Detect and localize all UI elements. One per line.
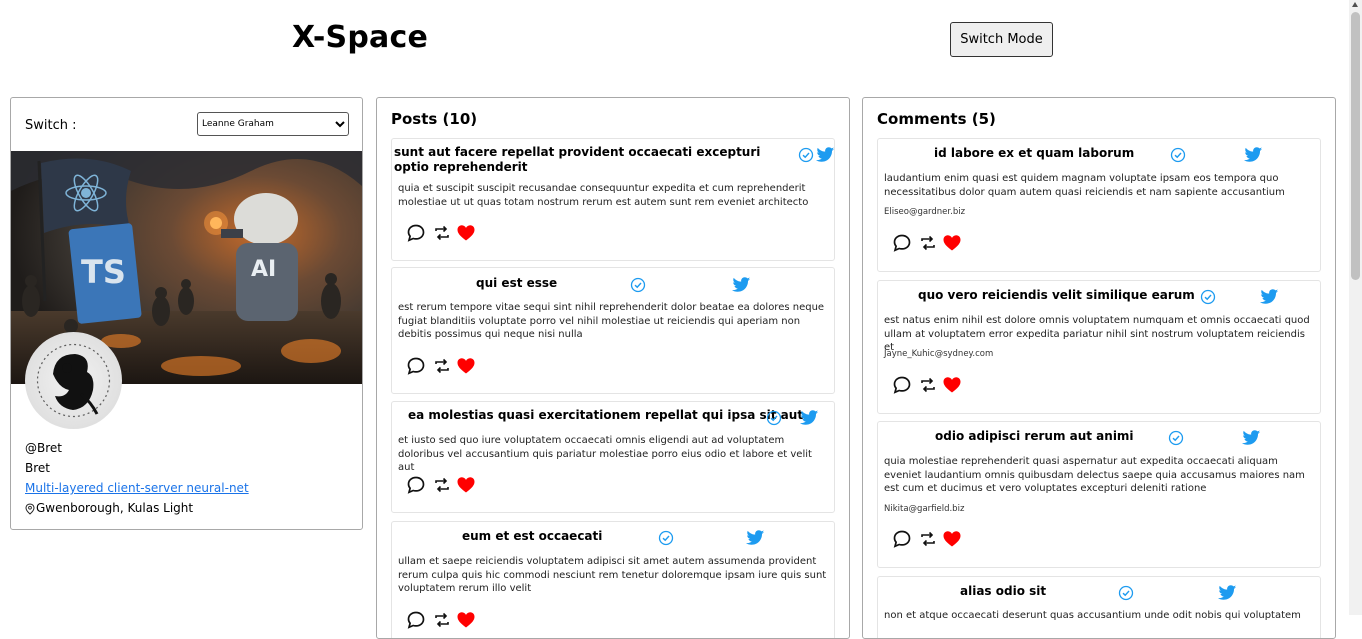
comment-title: alias odio sit [960, 584, 1047, 598]
profile-catch-phrase-link[interactable]: Multi-layered client-server neural-net [25, 481, 249, 495]
twitter-bird-icon[interactable] [746, 530, 765, 546]
comment-bubble-icon[interactable] [892, 233, 912, 253]
banner-ts-text: TS [81, 253, 126, 291]
twitter-bird-icon[interactable] [800, 410, 819, 426]
verified-badge-icon [630, 277, 646, 293]
post-card: sunt aut facere repellat provident occae… [391, 138, 835, 261]
heart-icon[interactable] [456, 356, 476, 376]
comment-title: quo vero reiciendis velit similique earu… [918, 288, 1195, 302]
post-body: ullam et saepe reiciendis voluptatem adi… [398, 556, 827, 594]
profile-username: Bret [25, 461, 50, 475]
comment-title: id labore ex et quam laborum [934, 146, 1135, 160]
page-scrollbar[interactable] [1349, 0, 1362, 615]
posts-heading: Posts (10) [391, 110, 478, 128]
heart-icon[interactable] [456, 475, 476, 495]
post-title: ea molestias quasi exercitationem repell… [408, 408, 804, 422]
profile-handle: @Bret [25, 441, 62, 455]
retweet-icon[interactable] [918, 529, 938, 549]
retweet-icon[interactable] [432, 475, 452, 495]
comment-bubble-icon[interactable] [892, 375, 912, 395]
twitter-bird-icon[interactable] [1244, 147, 1263, 163]
profile-location-text: Gwenborough, Kulas Light [36, 501, 194, 515]
retweet-icon[interactable] [432, 356, 452, 376]
profile-location: Gwenborough, Kulas Light [25, 498, 249, 518]
twitter-bird-icon[interactable] [1260, 289, 1279, 305]
comment-bubble-icon[interactable] [406, 475, 426, 495]
verified-badge-icon [658, 530, 674, 546]
app-title: X-Space [292, 20, 428, 55]
comments-panel: Comments (5) id labore ex et quam laboru… [862, 97, 1336, 639]
banner-ai-text: AI [251, 257, 276, 282]
heart-icon[interactable] [456, 610, 476, 630]
posts-panel: Posts (10) sunt aut facere repellat prov… [376, 97, 850, 639]
comment-body: non et atque occaecati deserunt quas acc… [884, 610, 1301, 621]
comment-actions [892, 233, 972, 253]
comment-body: laudantium enim quasi est quidem magnam … [884, 173, 1285, 198]
retweet-icon[interactable] [432, 610, 452, 630]
post-title: qui est esse [476, 276, 558, 290]
comment-bubble-icon[interactable] [406, 610, 426, 630]
heart-icon[interactable] [942, 529, 962, 549]
avatar-image [36, 343, 111, 418]
verified-badge-icon [766, 410, 782, 426]
retweet-icon[interactable] [918, 233, 938, 253]
post-actions [406, 475, 486, 495]
comment-card: quo vero reiciendis velit similique earu… [877, 280, 1321, 414]
profile-info: @Bret Bret Multi-layered client-server n… [25, 438, 249, 518]
heart-icon[interactable] [942, 375, 962, 395]
post-actions [406, 223, 486, 243]
scrollbar-thumb[interactable] [1351, 12, 1360, 280]
post-card: ea molestias quasi exercitationem repell… [391, 401, 835, 513]
comment-card: id labore ex et quam laborum laudantium … [877, 138, 1321, 272]
comment-bubble-icon[interactable] [406, 223, 426, 243]
post-body: et iusto sed quo iure voluptatem occaeca… [398, 435, 812, 473]
post-body: quia et suscipit suscipit recusandae con… [398, 183, 809, 208]
profile-panel: Switch : Leanne Graham TS AI @Bret Bret … [10, 97, 363, 530]
user-select[interactable]: Leanne Graham [197, 112, 349, 136]
user-switch-row: Switch : Leanne Graham [25, 112, 349, 138]
comments-heading: Comments (5) [877, 110, 996, 128]
post-title: sunt aut facere repellat provident occae… [394, 145, 761, 174]
post-card: eum et est occaecati ullam et saepe reic… [391, 521, 835, 638]
switch-mode-button[interactable]: Switch Mode [950, 22, 1053, 57]
comment-actions [892, 375, 972, 395]
comment-email: Eliseo@gardner.biz [884, 207, 966, 217]
switch-label: Switch : [25, 118, 77, 133]
twitter-bird-icon[interactable] [1242, 430, 1261, 446]
profile-avatar[interactable] [25, 332, 122, 429]
verified-badge-icon [798, 147, 814, 163]
twitter-bird-icon[interactable] [732, 277, 751, 293]
twitter-bird-icon[interactable] [816, 147, 835, 163]
post-body: est rerum tempore vitae sequi sint nihil… [398, 302, 825, 340]
verified-badge-icon [1170, 147, 1186, 163]
verified-badge-icon [1200, 289, 1216, 305]
retweet-icon[interactable] [918, 375, 938, 395]
twitter-bird-icon[interactable] [1218, 585, 1237, 601]
location-pin-icon [25, 502, 35, 515]
post-title: eum et est occaecati [462, 529, 603, 543]
retweet-icon[interactable] [432, 223, 452, 243]
verified-badge-icon [1168, 430, 1184, 446]
scroll-up-arrow-icon[interactable] [1352, 2, 1358, 7]
comment-email: Jayne_Kuhic@sydney.com [884, 349, 994, 359]
comment-title: odio adipisci rerum aut animi [935, 429, 1134, 443]
heart-icon[interactable] [456, 223, 476, 243]
comment-email: Nikita@garfield.biz [884, 504, 965, 514]
comment-bubble-icon[interactable] [892, 529, 912, 549]
app-header: X-Space Switch Mode [0, 0, 1362, 88]
comment-bubble-icon[interactable] [406, 356, 426, 376]
post-card: qui est esse est rerum tempore vitae seq… [391, 267, 835, 394]
comment-card: odio adipisci rerum aut animi quia moles… [877, 421, 1321, 568]
post-actions [406, 610, 486, 630]
comment-actions [892, 529, 972, 549]
comment-card: alias odio sit non et atque occaecati de… [877, 576, 1321, 638]
heart-icon[interactable] [942, 233, 962, 253]
comment-body: quia molestiae reprehenderit quasi asper… [884, 456, 1305, 494]
verified-badge-icon [1118, 585, 1134, 601]
post-actions [406, 356, 486, 376]
